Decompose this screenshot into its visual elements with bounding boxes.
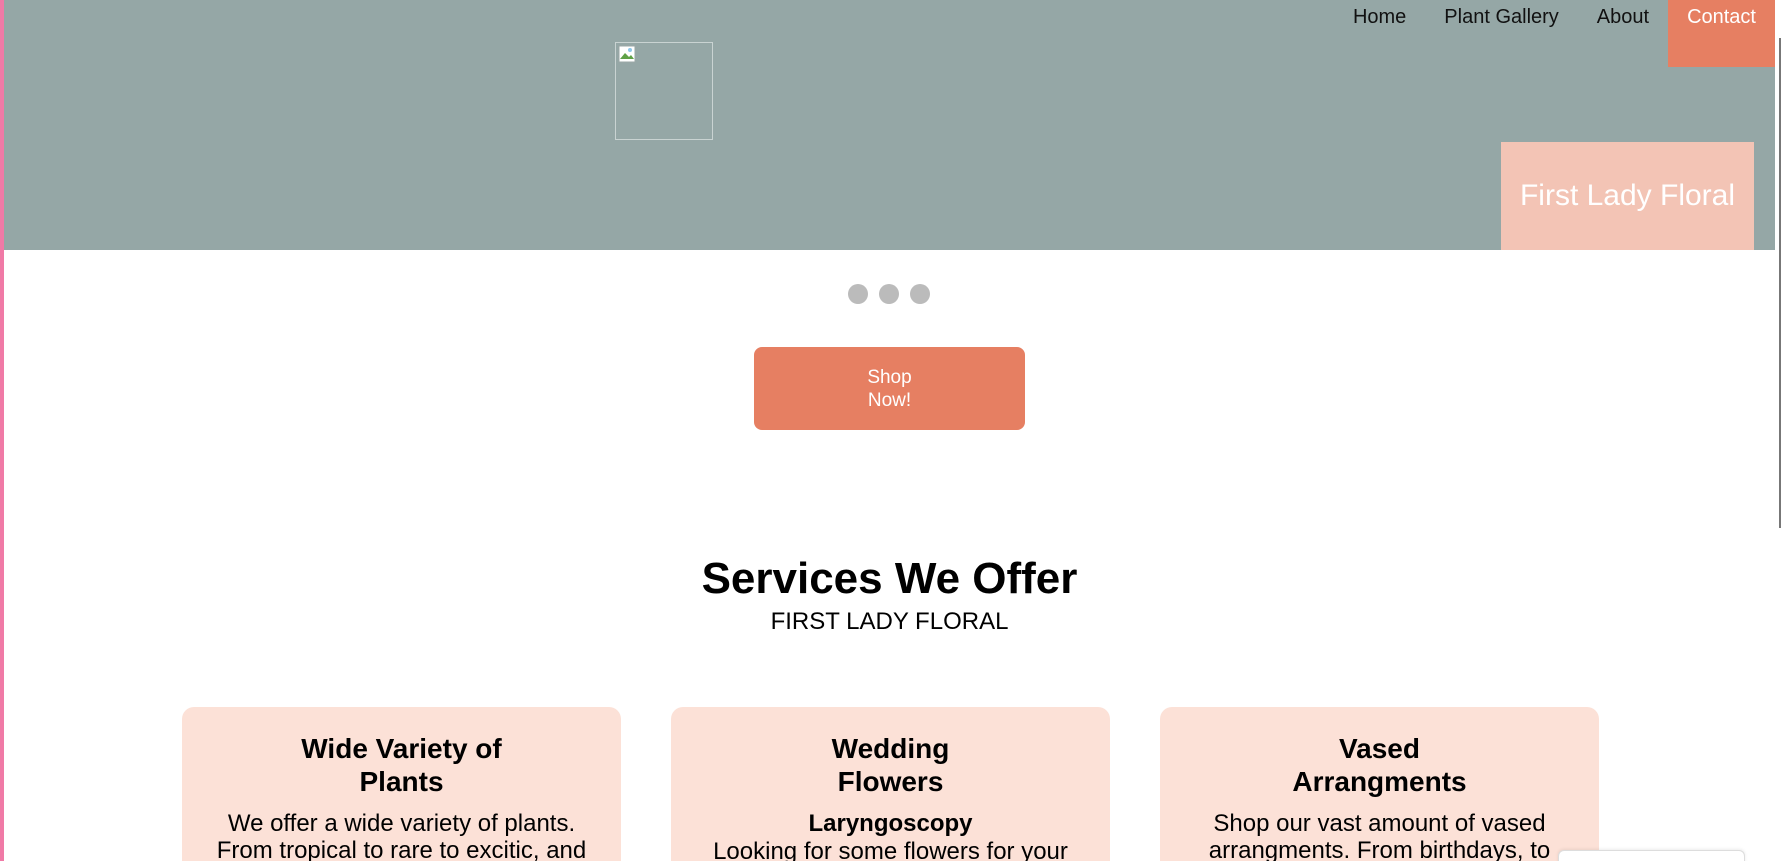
service-card-body: Looking for some flowers for your	[713, 838, 1068, 861]
service-card-title: Wedding Flowers	[831, 733, 950, 797]
broken-image-icon	[618, 45, 636, 63]
service-card-subtitle: Laryngoscopy	[808, 810, 973, 837]
carousel-dot[interactable]	[848, 284, 868, 304]
service-card-wedding: Wedding Flowers Laryngoscopy Looking for…	[671, 707, 1110, 861]
main-nav: Home Plant Gallery About Contact	[1334, 0, 1775, 67]
services-subtitle: FIRST LADY FLORAL	[770, 608, 1009, 635]
shop-now-button[interactable]: Shop Now!	[754, 347, 1025, 430]
carousel-dot[interactable]	[910, 284, 930, 304]
services-title: Services We Offer	[701, 554, 1078, 603]
hero-image	[615, 42, 713, 140]
brand-banner: First Lady Floral	[1501, 142, 1754, 250]
carousel-dots	[848, 284, 930, 304]
nav-item-plant-gallery[interactable]: Plant Gallery	[1425, 0, 1578, 67]
brand-name: First Lady Floral	[1519, 179, 1736, 212]
service-card-title: Vased Arrangments	[1292, 733, 1467, 797]
carousel-dot[interactable]	[879, 284, 899, 304]
service-card-body: We offer a wide variety of plants. From …	[216, 810, 587, 861]
service-card-vased: Vased Arrangments Shop our vast amount o…	[1160, 707, 1599, 861]
nav-item-home[interactable]: Home	[1334, 0, 1425, 67]
nav-item-contact[interactable]: Contact	[1668, 0, 1775, 67]
nav-item-about[interactable]: About	[1578, 0, 1668, 67]
service-card-body: Shop our vast amount of vased arrangment…	[1208, 810, 1551, 861]
shop-now-label: Shop Now!	[867, 366, 912, 411]
service-card-plants: Wide Variety of Plants We offer a wide v…	[182, 707, 621, 861]
chat-widget-tab[interactable]	[1558, 850, 1745, 861]
page: First Lady Floral Home Plant Gallery Abo…	[0, 0, 1781, 861]
service-card-title: Wide Variety of Plants	[301, 733, 502, 797]
